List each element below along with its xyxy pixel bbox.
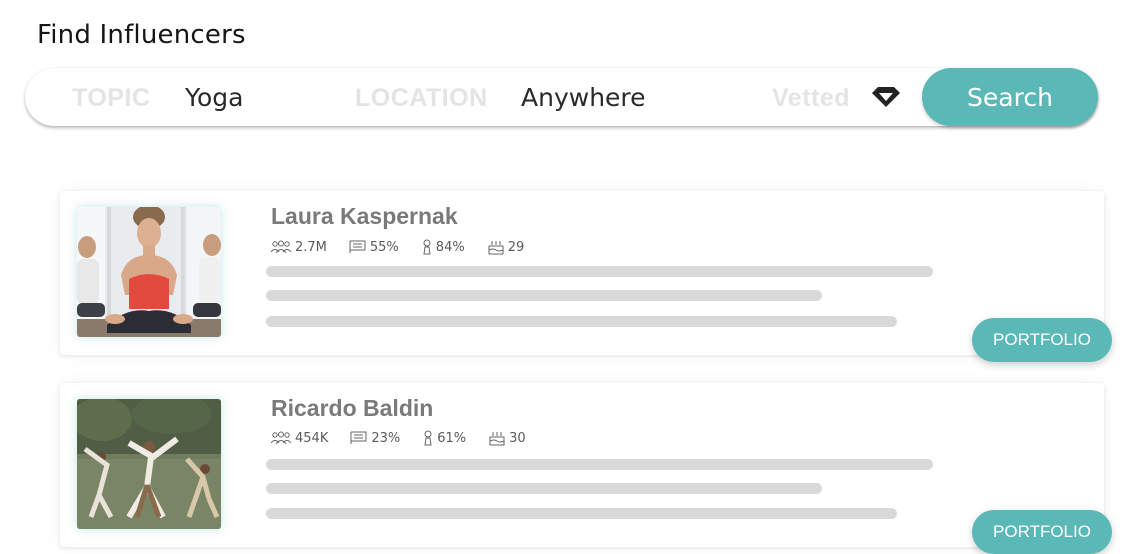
search-bar: TOPIC Yoga LOCATION Anywhere Vetted Sear… [25, 68, 1098, 126]
female-stat: 61% [422, 430, 466, 446]
vetted-label[interactable]: Vetted [772, 84, 850, 113]
engagement-value: 55% [369, 239, 399, 255]
female-value: 61% [437, 430, 467, 446]
influencer-photo [77, 399, 221, 529]
diamond-icon[interactable] [870, 86, 902, 108]
location-label: LOCATION [355, 84, 488, 112]
placeholder-line [266, 290, 822, 301]
followers-stat: 2.7M [270, 240, 327, 255]
influencer-card: Ricardo Baldin 454K 23% 61% 30 PORTFOLIO [60, 383, 1112, 554]
female-icon [424, 430, 432, 446]
engagement-stat: 55% [349, 240, 399, 255]
topic-input[interactable]: Yoga [185, 83, 243, 112]
placeholder-line [266, 508, 897, 519]
flag-icon [350, 431, 367, 444]
page-title: Find Influencers [37, 20, 246, 50]
followers-icon [270, 240, 292, 254]
age-stat: 29 [487, 239, 525, 255]
portfolio-button[interactable]: PORTFOLIO [972, 318, 1112, 362]
age-stat: 30 [488, 431, 526, 446]
influencer-name: Laura Kaspernak [271, 203, 458, 229]
female-icon [423, 239, 431, 255]
placeholder-line [266, 483, 822, 494]
portfolio-button[interactable]: PORTFOLIO [972, 510, 1112, 554]
followers-value: 454K [295, 430, 329, 446]
female-value: 84% [435, 239, 465, 255]
influencer-stats: 2.7M 55% 84% 29 [270, 237, 546, 257]
cake-icon [489, 431, 505, 445]
influencer-stats: 454K 23% 61% 30 [270, 428, 548, 448]
influencer-photo [77, 207, 221, 337]
influencer-card: Laura Kaspernak 2.7M 55% 84% 29 PORTFOLI… [60, 191, 1112, 362]
search-button[interactable]: Search [922, 68, 1098, 126]
cake-icon [488, 240, 504, 254]
placeholder-line [266, 459, 933, 470]
flag-icon [349, 240, 366, 253]
age-value: 30 [509, 430, 526, 446]
followers-icon [270, 431, 292, 445]
placeholder-line [266, 266, 933, 277]
influencer-name: Ricardo Baldin [271, 395, 434, 421]
engagement-stat: 23% [350, 431, 400, 446]
topic-label: TOPIC [72, 84, 151, 112]
followers-stat: 454K [270, 431, 328, 446]
followers-value: 2.7M [295, 239, 327, 255]
female-stat: 84% [421, 239, 465, 255]
engagement-value: 23% [371, 430, 401, 446]
location-input[interactable]: Anywhere [521, 83, 646, 112]
placeholder-line [266, 316, 897, 327]
page: Find Influencers TOPIC Yoga LOCATION Any… [0, 0, 1138, 554]
age-value: 29 [507, 239, 525, 255]
